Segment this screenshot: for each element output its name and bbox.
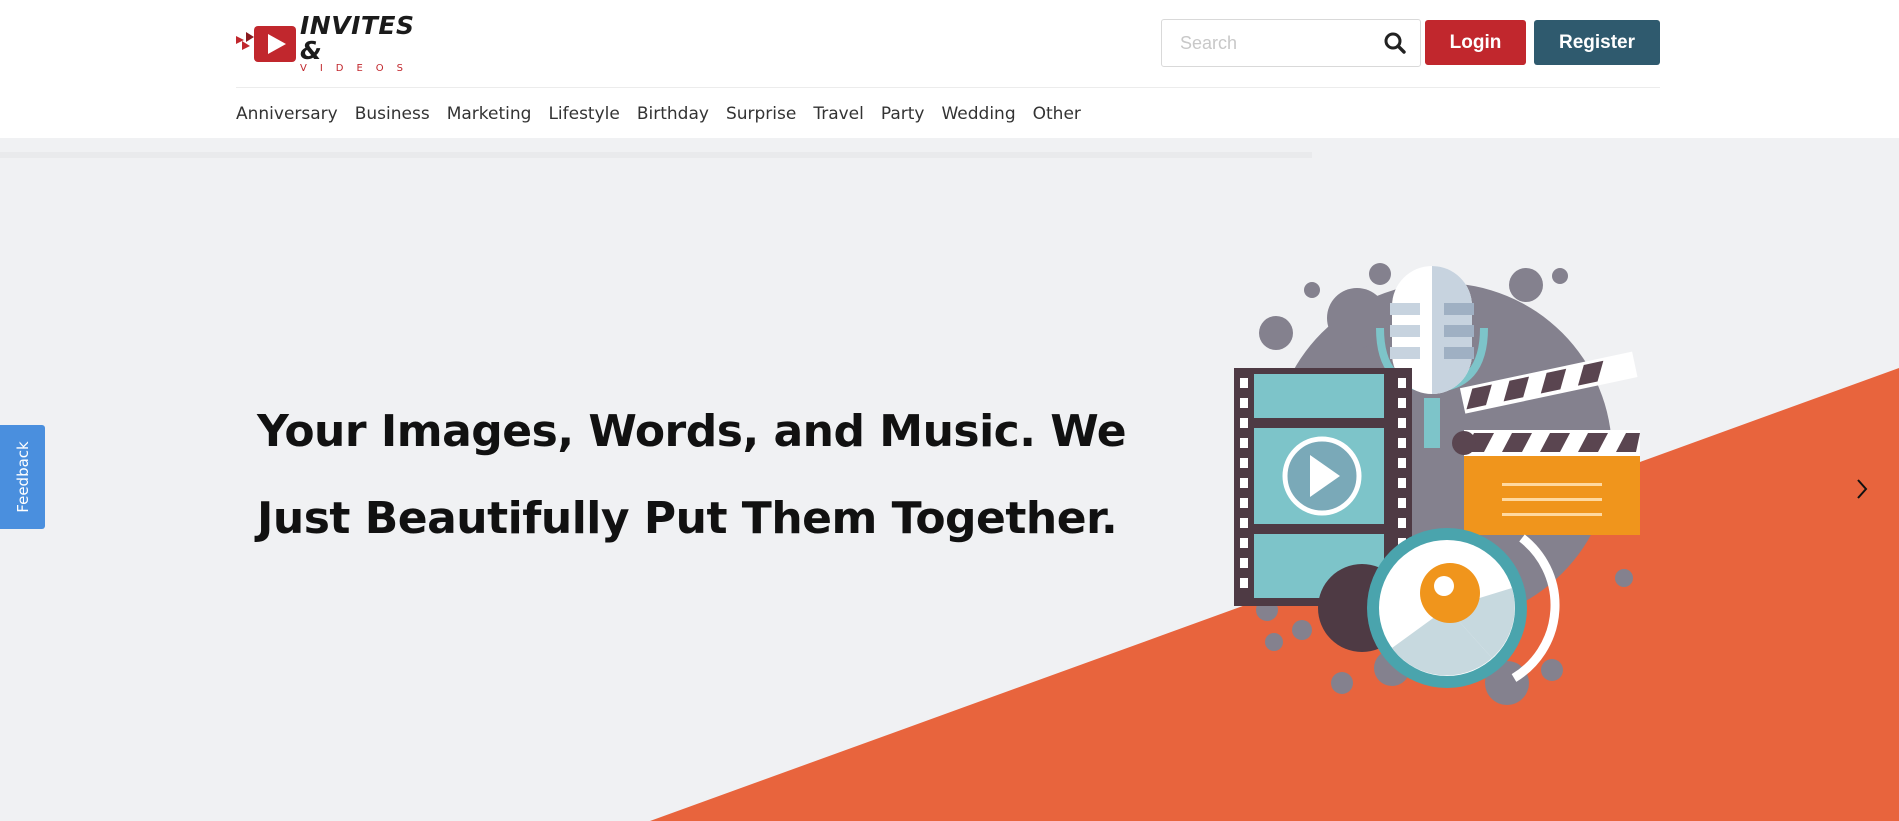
header-inner: INVITES & VIDEOS Login Register Annivers…	[236, 0, 1660, 138]
search-box	[1161, 19, 1421, 67]
media-illustration	[1234, 263, 1640, 705]
site-logo[interactable]: INVITES & VIDEOS	[236, 13, 446, 73]
nav-item-surprise[interactable]: Surprise	[726, 100, 796, 128]
nav-item-birthday[interactable]: Birthday	[637, 100, 709, 128]
logo-text: INVITES & VIDEOS	[300, 13, 446, 74]
logo-subtitle: VIDEOS	[300, 62, 417, 74]
nav-item-travel[interactable]: Travel	[813, 100, 864, 128]
category-nav: Anniversary Business Marketing Lifestyle…	[236, 100, 1098, 128]
logo-title: INVITES &	[300, 10, 415, 65]
hero-title: Your Images, Words, and Music. We Just B…	[257, 406, 1127, 544]
site-header: INVITES & VIDEOS Login Register Annivers…	[0, 0, 1899, 138]
nav-item-wedding[interactable]: Wedding	[941, 100, 1015, 128]
carousel-next-icon[interactable]	[1850, 474, 1874, 504]
search-input[interactable]	[1162, 20, 1372, 66]
nav-item-marketing[interactable]: Marketing	[447, 100, 532, 128]
nav-item-anniversary[interactable]: Anniversary	[236, 100, 338, 128]
nav-item-lifestyle[interactable]: Lifestyle	[548, 100, 619, 128]
nav-item-business[interactable]: Business	[355, 100, 430, 128]
search-icon[interactable]	[1384, 32, 1406, 54]
register-button[interactable]: Register	[1534, 20, 1660, 65]
hero-carousel: Your Images, Words, and Music. We Just B…	[0, 138, 1899, 821]
login-button[interactable]: Login	[1425, 20, 1526, 65]
nav-item-other[interactable]: Other	[1033, 100, 1081, 128]
feedback-tab[interactable]: Feedback	[0, 425, 45, 529]
feedback-label: Feedback	[13, 441, 32, 513]
logo-play-icon	[236, 22, 298, 64]
header-divider	[236, 87, 1660, 88]
nav-item-party[interactable]: Party	[881, 100, 925, 128]
